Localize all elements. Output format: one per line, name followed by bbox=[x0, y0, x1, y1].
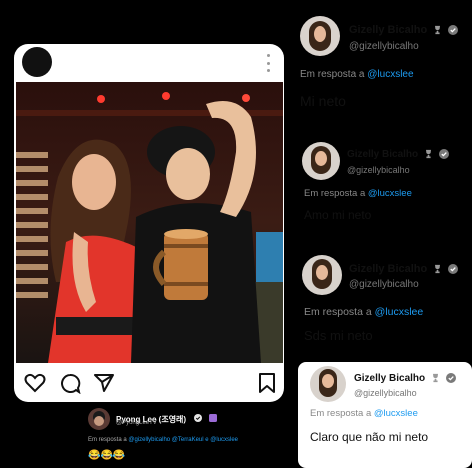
reply-text: Sds mi neto bbox=[304, 328, 373, 343]
more-options-icon[interactable] bbox=[265, 54, 271, 72]
reply-card-2[interactable]: Gizelly Bicalho @gizellybicalho Em respo… bbox=[294, 132, 472, 242]
reply-mention[interactable]: @lucxslee bbox=[368, 188, 412, 199]
reply-prefix: Em resposta a bbox=[304, 306, 372, 318]
pyong-avatar[interactable] bbox=[88, 408, 110, 430]
reply-handle[interactable]: @gizellybicalho bbox=[349, 279, 419, 290]
reply-name[interactable]: Gizelly Bicalho bbox=[354, 373, 425, 384]
reply-name[interactable]: Gizelly Bicalho bbox=[349, 24, 427, 36]
pyong-handle[interactable]: @PyongLeeTV bbox=[116, 420, 157, 426]
reply-prefix: Em resposta a bbox=[300, 69, 365, 80]
verified-badge-icon bbox=[448, 25, 459, 36]
reply-handle[interactable]: @gizellybicalho bbox=[347, 165, 410, 175]
purple-badge-icon bbox=[209, 413, 217, 422]
reply-text: Claro que não mi neto bbox=[310, 430, 429, 444]
reply-mentions[interactable]: @gizellybicalho @TerraKeul e @lucxslee bbox=[128, 437, 238, 443]
reply-mention[interactable]: @lucxslee bbox=[375, 306, 424, 318]
reply-prefix: Em resposta a bbox=[310, 408, 372, 419]
reply-name[interactable]: Gizelly Bicalho bbox=[349, 263, 427, 275]
verified-badge-icon bbox=[193, 413, 202, 422]
trophy-icon bbox=[432, 374, 438, 383]
reply-prefix: Em resposta a bbox=[88, 437, 127, 443]
reply-context: Em resposta a @lucxslee bbox=[304, 188, 412, 199]
reply-handle[interactable]: @gizellybicalho bbox=[349, 41, 419, 52]
verified-badge-icon bbox=[448, 264, 459, 275]
post-photo bbox=[16, 82, 283, 363]
reply-context: Em resposta a @lucxslee bbox=[310, 408, 418, 419]
reply-context: Em resposta a @lucxslee bbox=[304, 306, 423, 318]
pyong-tweet: Pyong Lee (조영래) @PyongLeeTV Em resposta … bbox=[86, 406, 286, 466]
trophy-icon bbox=[425, 150, 431, 159]
comment-icon[interactable] bbox=[59, 373, 81, 394]
reply-mention[interactable]: @lucxslee bbox=[367, 69, 413, 80]
share-send-icon[interactable] bbox=[93, 373, 115, 393]
trophy-icon bbox=[435, 264, 441, 274]
reply-avatar[interactable] bbox=[302, 142, 340, 180]
reply-name[interactable]: Gizelly Bicalho bbox=[347, 149, 418, 160]
reply-handle[interactable]: @gizellybicalho bbox=[354, 388, 417, 398]
reply-prefix: Em resposta a bbox=[304, 188, 366, 199]
pyong-emojis: 😂😂😂 bbox=[88, 450, 126, 461]
like-heart-icon[interactable] bbox=[24, 373, 46, 393]
reply-card-1[interactable]: Gizelly Bicalho @gizellybicalho Em respo… bbox=[294, 4, 472, 124]
reply-context: Em resposta a @lucxslee bbox=[300, 69, 414, 80]
verified-badge-icon bbox=[445, 373, 456, 384]
trophy-icon bbox=[435, 25, 441, 35]
reply-text: Mi neto bbox=[300, 93, 346, 109]
reply-avatar[interactable] bbox=[300, 16, 340, 56]
reply-avatar[interactable] bbox=[310, 366, 346, 402]
post-avatar[interactable] bbox=[22, 47, 52, 77]
reply-mention[interactable]: @lucxslee bbox=[374, 408, 418, 419]
pyong-reply-context: Em resposta a @gizellybicalho @TerraKeul… bbox=[88, 437, 238, 443]
reply-card-3[interactable]: Gizelly Bicalho @gizellybicalho Em respo… bbox=[294, 250, 472, 362]
reply-card-4[interactable]: Gizelly Bicalho @gizellybicalho Em respo… bbox=[298, 362, 472, 468]
reply-avatar[interactable] bbox=[302, 255, 342, 295]
photo-illustration bbox=[16, 82, 283, 363]
reply-text: Amo mi neto bbox=[304, 208, 372, 222]
verified-badge-icon bbox=[438, 149, 449, 160]
bookmark-icon[interactable] bbox=[258, 372, 276, 394]
